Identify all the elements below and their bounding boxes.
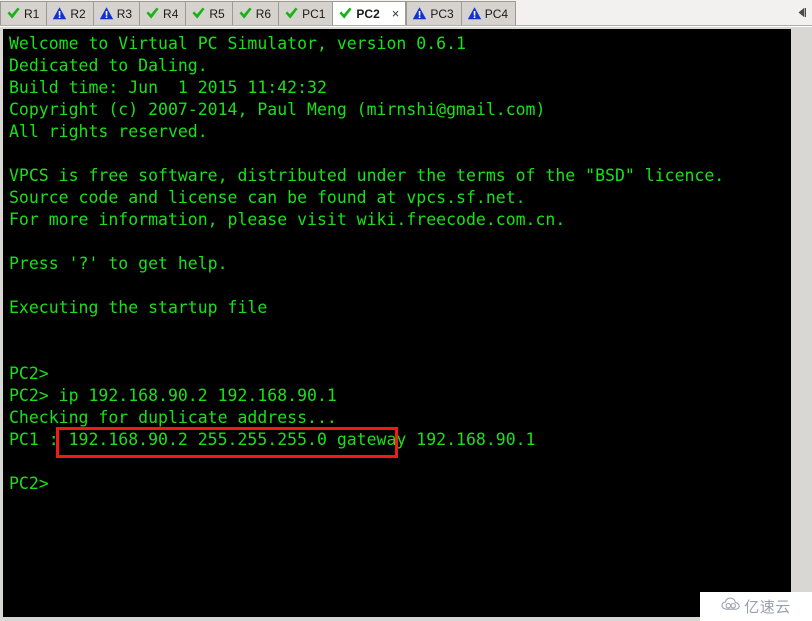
terminal-line: Copyright (c) 2007-2014, Paul Meng (mirn… — [9, 100, 546, 119]
tab-r1[interactable]: R1 — [0, 1, 47, 25]
tab-label: R1 — [24, 6, 40, 21]
warning-icon — [467, 6, 482, 21]
terminal-line: Executing the startup file — [9, 298, 268, 317]
tab-pc4[interactable]: PC4 — [460, 1, 517, 25]
tab-pc3[interactable]: PC3 — [406, 1, 461, 25]
tab-pc1[interactable]: PC1 — [278, 1, 333, 25]
tab-bar: R1 R2 R3 R4 R5 R6 PC1 PC2 × PC3 PC4 — [0, 0, 812, 26]
warning-icon — [52, 6, 67, 21]
terminal-output: Welcome to Virtual PC Simulator, version… — [9, 33, 724, 495]
check-icon — [338, 6, 353, 21]
terminal-line: VPCS is free software, distributed under… — [9, 166, 725, 185]
tab-label: R3 — [116, 6, 133, 21]
check-icon — [284, 6, 299, 21]
watermark-text: 亿速云 — [744, 598, 791, 616]
terminal-line: Press '?' to get help. — [9, 254, 228, 273]
tab-r3[interactable]: R3 — [92, 1, 140, 25]
tab-r6[interactable]: R6 — [231, 1, 279, 25]
terminal-line: PC2> ip 192.168.90.2 192.168.90.1 — [9, 386, 337, 405]
terminal-line: Dedicated to Daling. — [9, 56, 208, 75]
terminal-line: PC2> — [9, 364, 49, 383]
check-icon — [6, 6, 21, 21]
tab-strip: R1 R2 R3 R4 R5 R6 PC1 PC2 × PC3 PC4 — [0, 1, 517, 25]
terminal-line: PC1 : 192.168.90.2 255.255.255.0 gateway… — [9, 430, 536, 449]
terminal-line: Build time: Jun 1 2015 11:42:32 — [9, 78, 327, 97]
warning-icon — [412, 6, 427, 21]
terminal-line: Source code and license can be found at … — [9, 188, 526, 207]
check-icon — [191, 6, 206, 21]
terminal-line: All rights reserved. — [9, 122, 208, 141]
watermark: 亿速云 — [700, 592, 812, 621]
terminal-line: Checking for duplicate address... — [9, 408, 337, 427]
terminal-console[interactable]: Welcome to Virtual PC Simulator, version… — [3, 29, 791, 617]
tab-r4[interactable]: R4 — [139, 1, 186, 25]
tab-label: PC3 — [430, 6, 454, 21]
terminal-line: PC2> — [9, 474, 49, 493]
tab-r2[interactable]: R2 — [46, 1, 93, 25]
tab-label: PC2 — [356, 6, 380, 21]
tab-label: R4 — [163, 6, 179, 21]
terminal-line: For more information, please visit wiki.… — [9, 210, 566, 229]
check-icon — [145, 6, 160, 21]
cloud-icon — [721, 597, 741, 616]
tab-close-icon[interactable]: × — [392, 3, 400, 25]
tab-label: R2 — [70, 6, 86, 21]
tab-label: PC1 — [302, 6, 326, 21]
terminal-frame: Welcome to Virtual PC Simulator, version… — [0, 27, 812, 621]
tab-label: R5 — [209, 6, 225, 21]
tab-label: PC4 — [484, 6, 509, 21]
tab-label: R6 — [255, 6, 272, 21]
tab-bar-spacer — [516, 0, 790, 25]
tab-r5[interactable]: R5 — [185, 1, 232, 25]
tab-pc2[interactable]: PC2 × — [332, 1, 407, 25]
check-icon — [238, 6, 253, 21]
scroll-left-icon[interactable] — [790, 0, 812, 25]
warning-icon — [99, 6, 114, 21]
terminal-line: Welcome to Virtual PC Simulator, version… — [9, 34, 466, 53]
